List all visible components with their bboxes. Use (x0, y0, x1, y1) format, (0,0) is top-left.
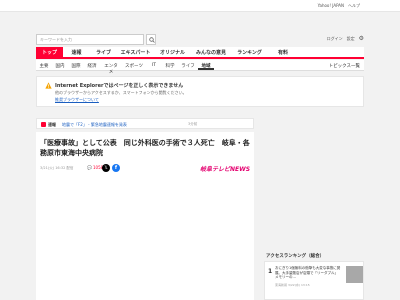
x-share-icon[interactable]: 𝕏 (102, 164, 110, 172)
browser-warning: Internet Explorerではページを正しく表示できません 他のブラウザ… (36, 76, 364, 107)
topics-list-link[interactable]: トピックス一覧 (329, 63, 360, 69)
article-source-logo[interactable]: 岐阜テレビNEWS (200, 164, 250, 173)
breaking-news-bar[interactable]: 速報 地震で「F2」 - 緊急地震速報を発表 3分前 (36, 118, 254, 129)
main-nav: トップ 速報 ライブ エキスパート オリジナル みんなの意見 ランキング 有料 (36, 47, 364, 59)
tab-original[interactable]: オリジナル (154, 47, 191, 57)
warning-title: Internet Explorerではページを正しく表示できません (55, 83, 184, 89)
search-row: キーワードを入力 ログイン 設定 ⚙ (36, 34, 364, 45)
ranking-heading: アクセスランキング（総合） (266, 254, 325, 259)
sub-nav-sports[interactable]: スポーツ (122, 60, 146, 70)
source-name: 岐阜テレビNEWS (200, 166, 251, 173)
breaking-time: 3分前 (188, 121, 198, 126)
tab-ranking[interactable]: ランキング (231, 47, 268, 57)
warning-icon (45, 82, 52, 89)
search-icon (149, 37, 155, 43)
article: 「医療事故」として公表 同じ外科医の手術で３人死亡 岐阜・各務原市東海中央病院 … (36, 132, 254, 300)
sub-nav-domestic[interactable]: 国内 (52, 60, 68, 70)
ranking-source: 東海新報 3/22(水) 13:15 (275, 283, 310, 287)
sub-nav-life[interactable]: ライフ (178, 60, 198, 70)
tab-top[interactable]: トップ (36, 47, 63, 57)
breaking-icon (41, 122, 46, 127)
comment-icon: 💬 (87, 165, 92, 170)
sub-nav-economy[interactable]: 経済 (84, 60, 100, 70)
breaking-text[interactable]: 地震で「F2」 - 緊急地震速報を発表 (62, 122, 127, 128)
search-input[interactable]: キーワードを入力 (36, 34, 144, 45)
ranking-number: 1 (268, 268, 273, 275)
tab-expert[interactable]: エキスパート (117, 47, 154, 57)
ranking-item[interactable]: 1 おにぎり1個無料の衝撃も大変な事態に発展。大手量販店が店頭で「リーダブル」メ… (264, 261, 364, 300)
sub-nav-main[interactable]: 主要 (36, 60, 52, 70)
yahoo-japan-link[interactable]: Yahoo! JAPAN (318, 3, 344, 9)
sub-nav-it[interactable]: IT (146, 60, 162, 70)
article-date: 3/21(火) 16:32 配信 (40, 166, 74, 170)
access-ranking: アクセスランキング（総合） 1 おにぎり1個無料の衝撃も大変な事態に発展。大手量… (264, 250, 364, 300)
sub-nav-science[interactable]: 科学 (162, 60, 178, 70)
settings-link[interactable]: 設定 (347, 36, 355, 42)
ranking-thumbnail[interactable] (346, 266, 363, 283)
warning-text: 他のブラウザーからアクセスするか、スマートフォンから閲覧ください。 (55, 90, 187, 95)
gear-icon[interactable]: ⚙ (359, 36, 364, 42)
utility-bar: Yahoo! JAPAN ヘルプ (0, 0, 400, 12)
tab-breaking[interactable]: 速報 (63, 47, 90, 57)
tab-live[interactable]: ライブ (90, 47, 117, 57)
tab-paid[interactable]: 有料 (268, 47, 298, 57)
comment-count[interactable]: 💬 1058 (87, 165, 103, 170)
recommended-browser-link[interactable]: 推奨ブラウザーについて (55, 97, 99, 103)
breaking-label: 速報 (48, 121, 56, 127)
login-link[interactable]: ログイン (327, 36, 343, 42)
account-links: ログイン 設定 ⚙ (327, 36, 364, 42)
sub-nav-local[interactable]: 地域 (198, 60, 214, 70)
ranking-text[interactable]: おにぎり1個無料の衝撃も大変な事態に発展。大手量販店が店頭で「リーダブル」メモリ… (275, 266, 341, 280)
utility-links: Yahoo! JAPAN ヘルプ (318, 3, 360, 9)
facebook-share-icon[interactable]: f (112, 164, 120, 172)
help-link[interactable]: ヘルプ (348, 3, 360, 9)
sub-nav-international[interactable]: 国際 (68, 60, 84, 70)
search-button[interactable] (146, 34, 156, 45)
article-title: 「医療事故」として公表 同じ外科医の手術で３人死亡 岐阜・各務原市東海中央病院 (40, 139, 250, 157)
sub-nav: 主要 国内 国際 経済 エンタメ スポーツ IT 科学 ライフ 地域 トピックス… (36, 60, 364, 75)
sub-nav-entertainment[interactable]: エンタメ (100, 60, 122, 75)
tab-opinions[interactable]: みんなの意見 (191, 47, 231, 57)
